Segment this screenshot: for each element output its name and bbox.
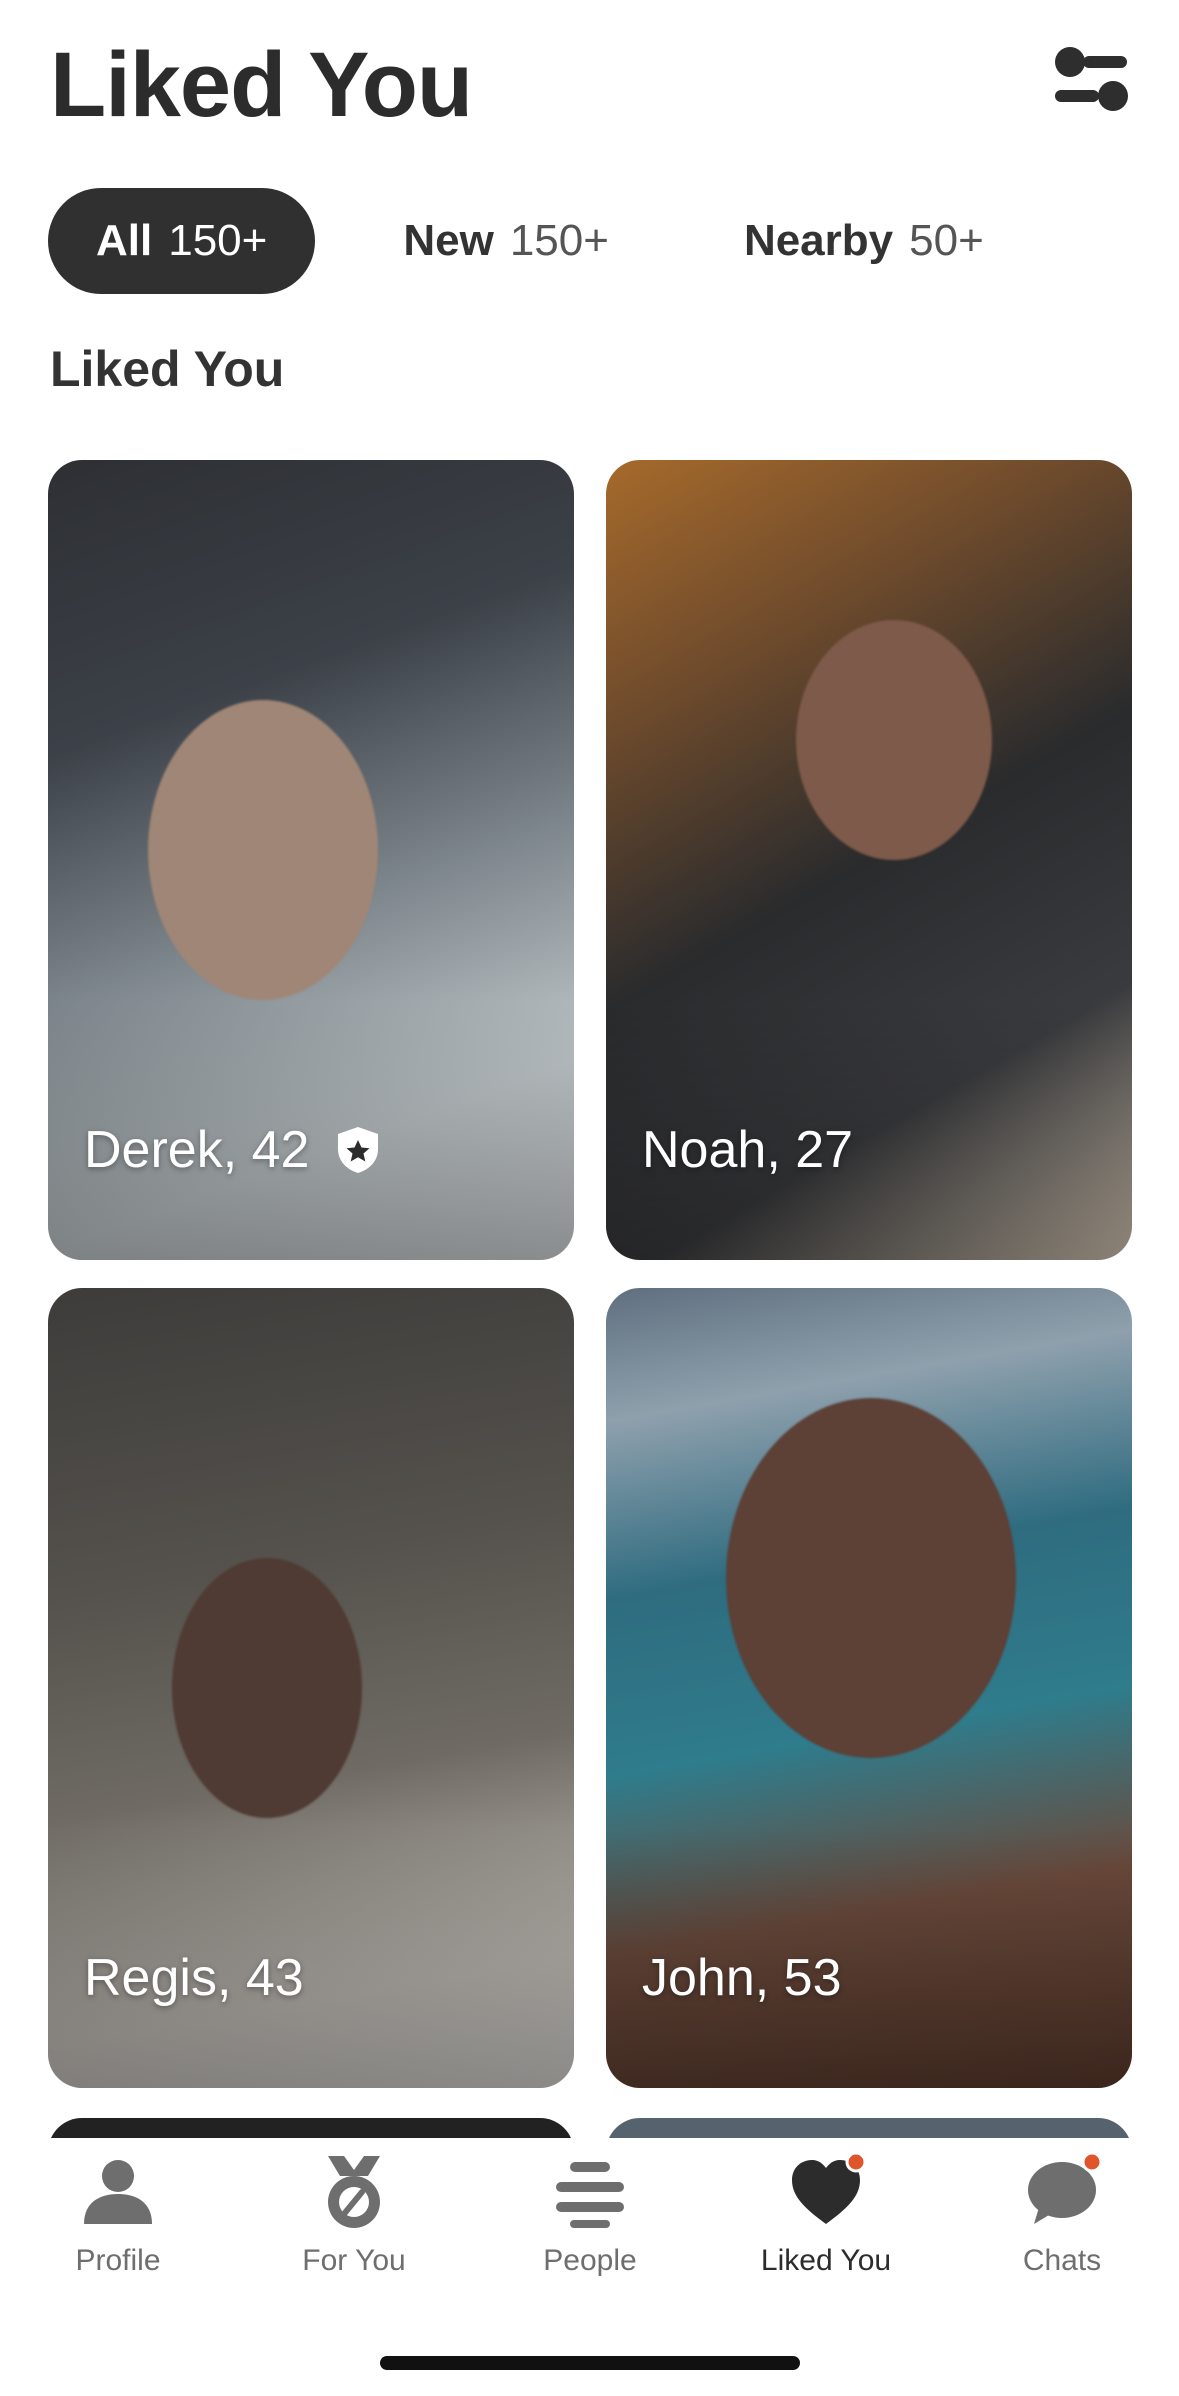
card-name-text: Derek, 42 bbox=[84, 1121, 310, 1179]
blurred-face bbox=[172, 1558, 362, 1818]
nav-label-for-you: For You bbox=[302, 2244, 406, 2277]
nav-label-chats: Chats bbox=[1022, 2244, 1102, 2277]
blurred-face bbox=[796, 620, 992, 860]
page-title: Liked You bbox=[50, 34, 473, 136]
tab-new-count: 150+ bbox=[509, 216, 609, 265]
header: Liked You bbox=[50, 30, 1129, 140]
tab-new[interactable]: New 150+ bbox=[403, 188, 609, 294]
nav-item-profile[interactable]: Profile bbox=[18, 2152, 218, 2292]
heart-icon bbox=[792, 2152, 866, 2224]
home-indicator bbox=[380, 2356, 800, 2370]
blurred-face bbox=[148, 700, 378, 1000]
tab-all-label: All bbox=[96, 216, 153, 265]
filter-sliders-icon[interactable] bbox=[1053, 46, 1129, 116]
nav-item-for-you[interactable]: For You bbox=[254, 2152, 454, 2292]
card-name: Regis, 43 bbox=[84, 1948, 304, 2008]
tab-new-label: New bbox=[403, 216, 494, 265]
card-name-text: John, 53 bbox=[642, 1949, 842, 2007]
tab-nearby-count: 50+ bbox=[909, 216, 984, 265]
verified-badge-icon bbox=[338, 1127, 379, 1173]
profile-card[interactable]: Noah, 27 bbox=[606, 460, 1132, 1260]
section-title: Liked You bbox=[50, 341, 285, 397]
card-name: Noah, 27 bbox=[642, 1120, 853, 1180]
tab-nearby-label: Nearby bbox=[743, 216, 894, 265]
profile-card[interactable]: Derek, 42 bbox=[48, 460, 574, 1260]
bottom-nav: Profile For You People Liked You Chats bbox=[0, 2138, 1179, 2396]
blurred-face bbox=[726, 1398, 1016, 1758]
nav-label-profile: Profile bbox=[75, 2244, 161, 2277]
tab-nearby[interactable]: Nearby 50+ bbox=[744, 188, 984, 294]
tab-all[interactable]: All 150+ bbox=[48, 188, 316, 294]
profile-card[interactable]: Regis, 43 bbox=[48, 1288, 574, 2088]
stack-icon bbox=[556, 2162, 624, 2228]
card-name: John, 53 bbox=[642, 1948, 842, 2008]
filter-tabs: All 150+ New 150+ Nearby 50+ bbox=[48, 188, 984, 294]
profile-card[interactable]: John, 53 bbox=[606, 1288, 1132, 2088]
nav-label-people: People bbox=[543, 2244, 637, 2277]
card-name-text: Regis, 43 bbox=[84, 1949, 304, 2007]
person-icon bbox=[84, 2160, 152, 2224]
chat-bubble-icon bbox=[1028, 2152, 1102, 2224]
nav-label-liked-you: Liked You bbox=[760, 2244, 892, 2277]
tab-all-count: 150+ bbox=[168, 216, 268, 265]
nav-item-people[interactable]: People bbox=[490, 2152, 690, 2292]
card-name-text: Noah, 27 bbox=[642, 1121, 854, 1179]
card-name: Derek, 42 bbox=[84, 1120, 381, 1180]
nav-item-liked-you[interactable]: Liked You bbox=[726, 2152, 926, 2292]
nav-item-chats[interactable]: Chats bbox=[962, 2152, 1162, 2292]
medal-icon bbox=[328, 2156, 380, 2228]
